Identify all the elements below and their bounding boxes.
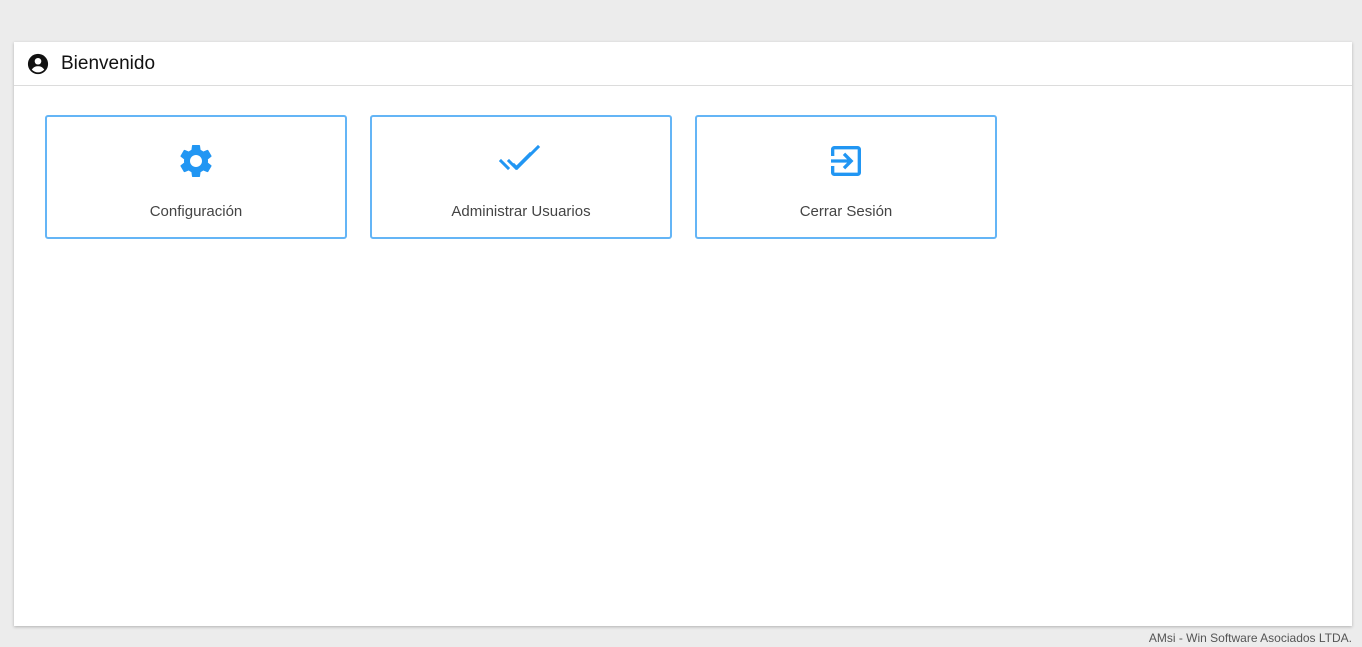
- footer-credits: AMsi - Win Software Asociados LTDA.: [1148, 631, 1352, 645]
- tile-label: Configuración: [149, 203, 243, 220]
- tile-label: Cerrar Sesión: [799, 203, 893, 220]
- gear-icon: [174, 139, 218, 183]
- account-circle-icon: [27, 53, 49, 75]
- administrar-usuarios-button[interactable]: Administrar Usuarios: [370, 115, 672, 239]
- menu-tiles: Configuración Administrar Usuarios Cerra…: [45, 115, 997, 239]
- configuracion-button[interactable]: Configuración: [45, 115, 347, 239]
- main-panel: Bienvenido Configuración Administrar Usu…: [14, 42, 1352, 626]
- exit-icon: [824, 139, 868, 183]
- panel-header: Bienvenido: [14, 42, 1352, 86]
- page-title: Bienvenido: [61, 52, 156, 74]
- tile-label: Administrar Usuarios: [451, 203, 591, 220]
- double-check-icon: [499, 139, 543, 183]
- cerrar-sesion-button[interactable]: Cerrar Sesión: [695, 115, 997, 239]
